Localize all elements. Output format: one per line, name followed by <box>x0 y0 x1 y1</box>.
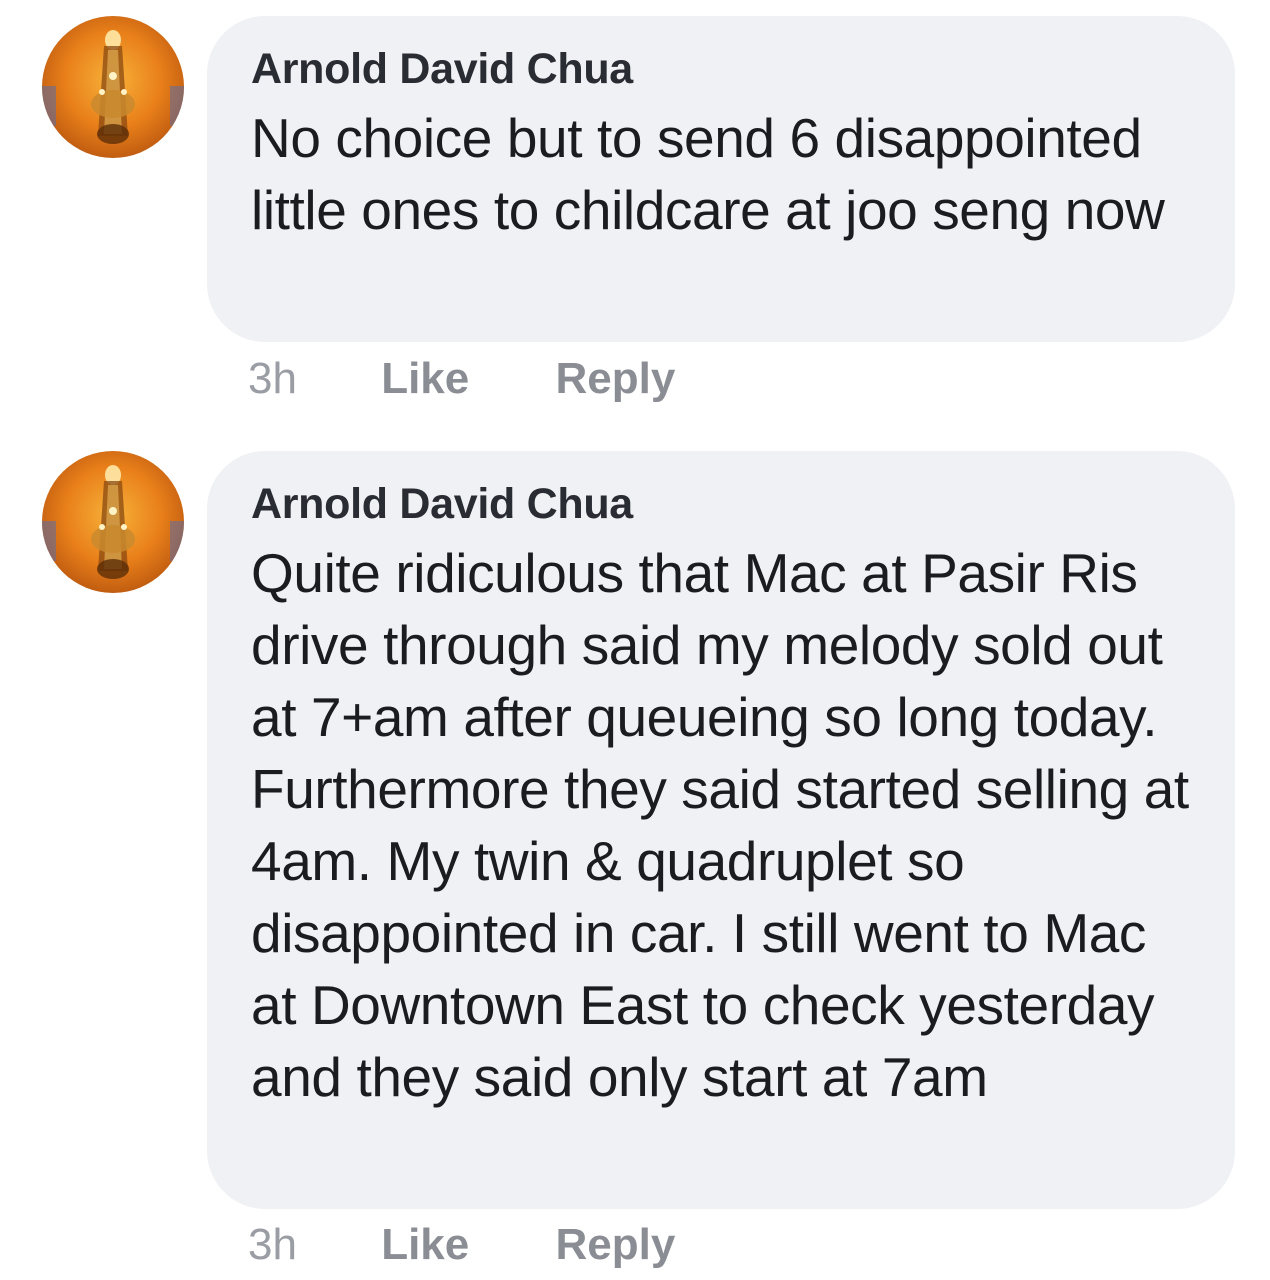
like-button[interactable]: Like <box>381 354 469 404</box>
comment-bubble: Arnold David Chua No choice but to send … <box>207 16 1235 342</box>
comment-actions: 3h Like Reply <box>248 354 675 404</box>
comment-text: No choice but to send 6 disappointed lit… <box>251 107 1165 241</box>
avatar-chandelier-icon <box>42 465 184 579</box>
comment-bubble: Arnold David Chua Quite ridiculous that … <box>207 451 1235 1209</box>
avatar[interactable] <box>42 16 184 158</box>
reply-button[interactable]: Reply <box>555 354 675 404</box>
avatar[interactable] <box>42 451 184 593</box>
comment-author[interactable]: Arnold David Chua <box>251 42 1191 96</box>
comment-author[interactable]: Arnold David Chua <box>251 477 1191 531</box>
comment-timestamp[interactable]: 3h <box>248 1220 297 1270</box>
comment-text: Quite ridiculous that Mac at Pasir Ris d… <box>251 542 1189 1108</box>
comment-actions: 3h Like Reply <box>248 1220 675 1270</box>
avatar-chandelier-icon <box>42 30 184 144</box>
reply-button[interactable]: Reply <box>555 1220 675 1270</box>
comment-timestamp[interactable]: 3h <box>248 354 297 404</box>
like-button[interactable]: Like <box>381 1220 469 1270</box>
